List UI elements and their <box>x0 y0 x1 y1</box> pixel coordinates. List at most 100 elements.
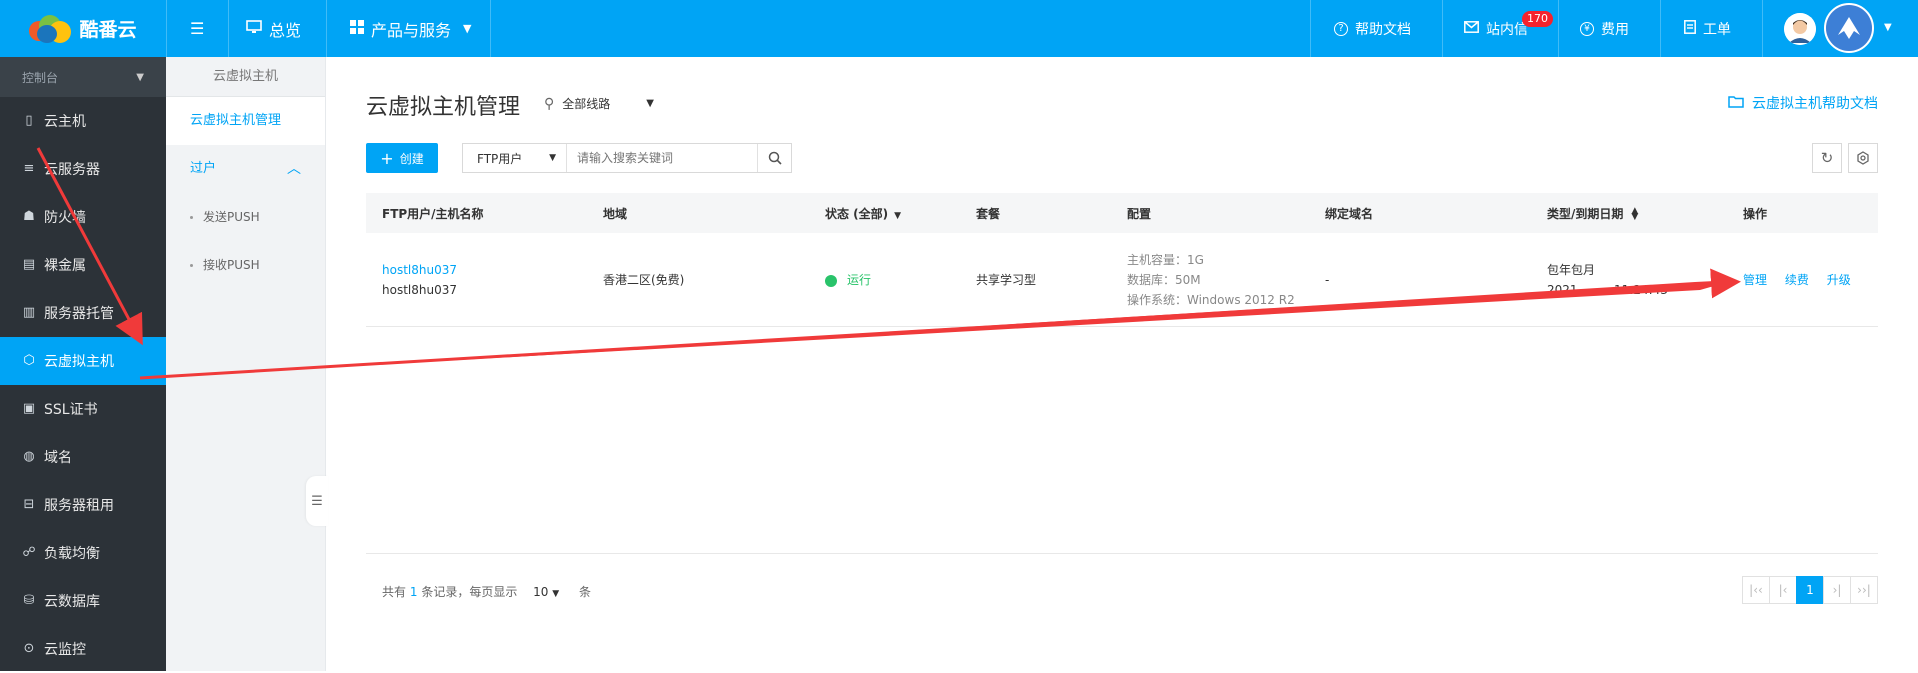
chevron-up-icon: ︿ <box>287 161 301 177</box>
sidebar-item-database[interactable]: ⛁ 云数据库 <box>0 577 166 625</box>
brand-logo[interactable]: 酷番云 <box>0 0 166 57</box>
refresh-button[interactable]: ↻ <box>1812 143 1842 173</box>
header-status-label: 状态 (全部) <box>825 206 889 221</box>
header-region: 地域 <box>603 206 628 221</box>
menu-toggle-icon: ☰ <box>190 19 205 38</box>
sidebar-item-ssl[interactable]: ▣ SSL证书 <box>0 385 166 433</box>
divider <box>1558 0 1559 57</box>
lease-icon: ⊟ <box>23 497 35 512</box>
table-header: FTP用户/主机名称 地域 状态 (全部) ▼ 套餐 配置 绑定域名 类型/到期日… <box>366 193 1878 233</box>
host-table: FTP用户/主机名称 地域 状态 (全部) ▼ 套餐 配置 绑定域名 类型/到期日… <box>366 193 1878 327</box>
account-chevron-down-icon[interactable]: ▼ <box>1884 22 1892 33</box>
subnav-item-send-push[interactable]: 发送PUSH <box>166 193 325 241</box>
renew-link[interactable]: 续费 <box>1785 273 1809 287</box>
sidebar-item-firewall[interactable]: ☗ 防火墙 <box>0 193 166 241</box>
status-label: 运行 <box>847 273 872 287</box>
page-size-value: 10 <box>533 585 549 599</box>
apps-grid-icon <box>350 19 364 38</box>
help-icon: ? <box>1334 21 1348 36</box>
create-button[interactable]: + 创建 <box>366 143 438 173</box>
cube-icon: ⬡ <box>23 353 35 368</box>
help-doc-label: 云虚拟主机帮助文档 <box>1752 96 1878 112</box>
account-avatar[interactable] <box>1824 3 1874 53</box>
sidebar-item-label: 负载均衡 <box>44 546 100 562</box>
collapse-icon: ☰ <box>311 493 323 509</box>
menu-toggle-button[interactable]: ☰ <box>190 0 204 57</box>
ftp-user-link[interactable]: hostl8hu037 <box>382 260 587 280</box>
sidebar-item-label: 云数据库 <box>44 594 100 610</box>
last-page-icon: ››| <box>1857 583 1871 597</box>
sidebar-item-load-balance[interactable]: ☍ 负载均衡 <box>0 529 166 577</box>
sub-nav: 云虚拟主机 云虚拟主机管理 过户 ︿ 发送PUSH 接收PUSH <box>166 57 326 671</box>
search-input[interactable] <box>567 144 757 172</box>
divider <box>228 0 229 57</box>
messages-nav[interactable]: 站内信 <box>1464 0 1528 57</box>
first-page-button[interactable]: |‹‹ <box>1742 576 1770 604</box>
sidebar-item-label: 服务器托管 <box>44 306 114 322</box>
console-selector[interactable]: 控制台 ▼ <box>0 57 166 97</box>
main-content: 云虚拟主机管理 ⚲ 全部线路 ▼ 云虚拟主机帮助文档 + 创建 FTP用户 ▼ … <box>326 57 1918 671</box>
sidebar-item-bare-metal[interactable]: ▤ 裸金属 <box>0 241 166 289</box>
header-domain: 绑定域名 <box>1325 206 1374 221</box>
table-footer-divider <box>366 553 1878 554</box>
sidebar-item-monitor[interactable]: ⊙ 云监控 <box>0 625 166 673</box>
page-size-select[interactable]: 10 ▼ <box>533 585 559 599</box>
subnav-collapse-button[interactable]: ☰ <box>306 476 328 526</box>
divider <box>1442 0 1443 57</box>
search-button[interactable] <box>757 144 791 172</box>
config-capacity: 主机容量：1G <box>1127 252 1204 267</box>
caret-down-icon: ▼ <box>894 210 902 221</box>
tickets-nav[interactable]: 工单 <box>1684 0 1731 57</box>
bullet <box>190 216 193 219</box>
header-status[interactable]: 状态 (全部) ▼ <box>809 205 960 222</box>
overview-label: 总览 <box>269 20 302 40</box>
subnav-child-label: 发送PUSH <box>203 210 260 224</box>
cell-type-expire: 包年包月 2021-…-… 11:24:43 <box>1531 260 1727 300</box>
upgrade-link[interactable]: 升级 <box>1827 273 1851 287</box>
logo-icon <box>29 14 73 43</box>
overview-nav[interactable]: 总览 <box>246 0 301 57</box>
pagination-prefix: 共有 <box>382 585 407 599</box>
cell-status: 运行 <box>809 271 960 288</box>
last-page-button[interactable]: ››| <box>1850 576 1878 604</box>
cell-region: 香港二区(免费) <box>603 273 685 287</box>
line-filter-dropdown[interactable]: ⚲ 全部线路 ▼ <box>544 95 654 112</box>
pagination-suffix: 条 <box>579 585 592 599</box>
header-config: 配置 <box>1127 206 1152 221</box>
search-type-select[interactable]: FTP用户 ▼ <box>463 144 567 172</box>
sidebar-item-colocation[interactable]: ▥ 服务器托管 <box>0 289 166 337</box>
page-button[interactable]: 1 <box>1796 576 1824 604</box>
sidebar-item-label: 云虚拟主机 <box>44 354 114 370</box>
billing-nav[interactable]: ¥ 费用 <box>1580 0 1629 57</box>
search-icon <box>768 151 782 165</box>
mail-icon <box>1464 20 1479 37</box>
manage-link[interactable]: 管理 <box>1743 273 1767 287</box>
subnav-title: 云虚拟主机 <box>166 57 325 97</box>
chevron-down-icon: ▼ <box>549 153 556 163</box>
help-doc-link[interactable]: 云虚拟主机帮助文档 <box>1728 93 1878 113</box>
subnav-item-manage[interactable]: 云虚拟主机管理 <box>166 97 325 145</box>
subnav-item-receive-push[interactable]: 接收PUSH <box>166 241 325 289</box>
products-label: 产品与服务 <box>371 20 452 40</box>
sidebar-item-label: 域名 <box>44 450 72 466</box>
config-os: 操作系统：Windows 2012 R2 <box>1127 292 1295 307</box>
subnav-group-transfer[interactable]: 过户 ︿ <box>166 145 325 193</box>
help-docs-label: 帮助文档 <box>1355 21 1411 38</box>
sidebar-item-server-lease[interactable]: ⊟ 服务器租用 <box>0 481 166 529</box>
sidebar-item-cloud-server[interactable]: ≡ 云服务器 <box>0 145 166 193</box>
user-avatar[interactable] <box>1784 13 1816 45</box>
help-docs-nav[interactable]: ? 帮助文档 <box>1334 0 1411 57</box>
sidebar-item-virtual-host[interactable]: ⬡ 云虚拟主机 <box>0 337 166 385</box>
page-title: 云虚拟主机管理 <box>366 95 521 120</box>
sidebar-item-domain[interactable]: ◍ 域名 <box>0 433 166 481</box>
chevron-down-icon: ▼ <box>646 98 654 109</box>
prev-page-button[interactable]: |‹ <box>1769 576 1797 604</box>
header-ftp-user: FTP用户/主机名称 <box>382 206 484 221</box>
settings-button[interactable] <box>1848 143 1878 173</box>
sidebar-item-cloud-host[interactable]: ▯ 云主机 <box>0 97 166 145</box>
cell-ftp-user: hostl8hu037 hostl8hu037 <box>366 260 587 300</box>
products-nav[interactable]: 产品与服务 ▼ <box>350 0 471 57</box>
billing-type: 包年包月 <box>1547 262 1596 277</box>
next-page-button[interactable]: ›| <box>1823 576 1851 604</box>
header-type-expire[interactable]: 类型/到期日期 ▲ ▼ <box>1531 205 1727 222</box>
